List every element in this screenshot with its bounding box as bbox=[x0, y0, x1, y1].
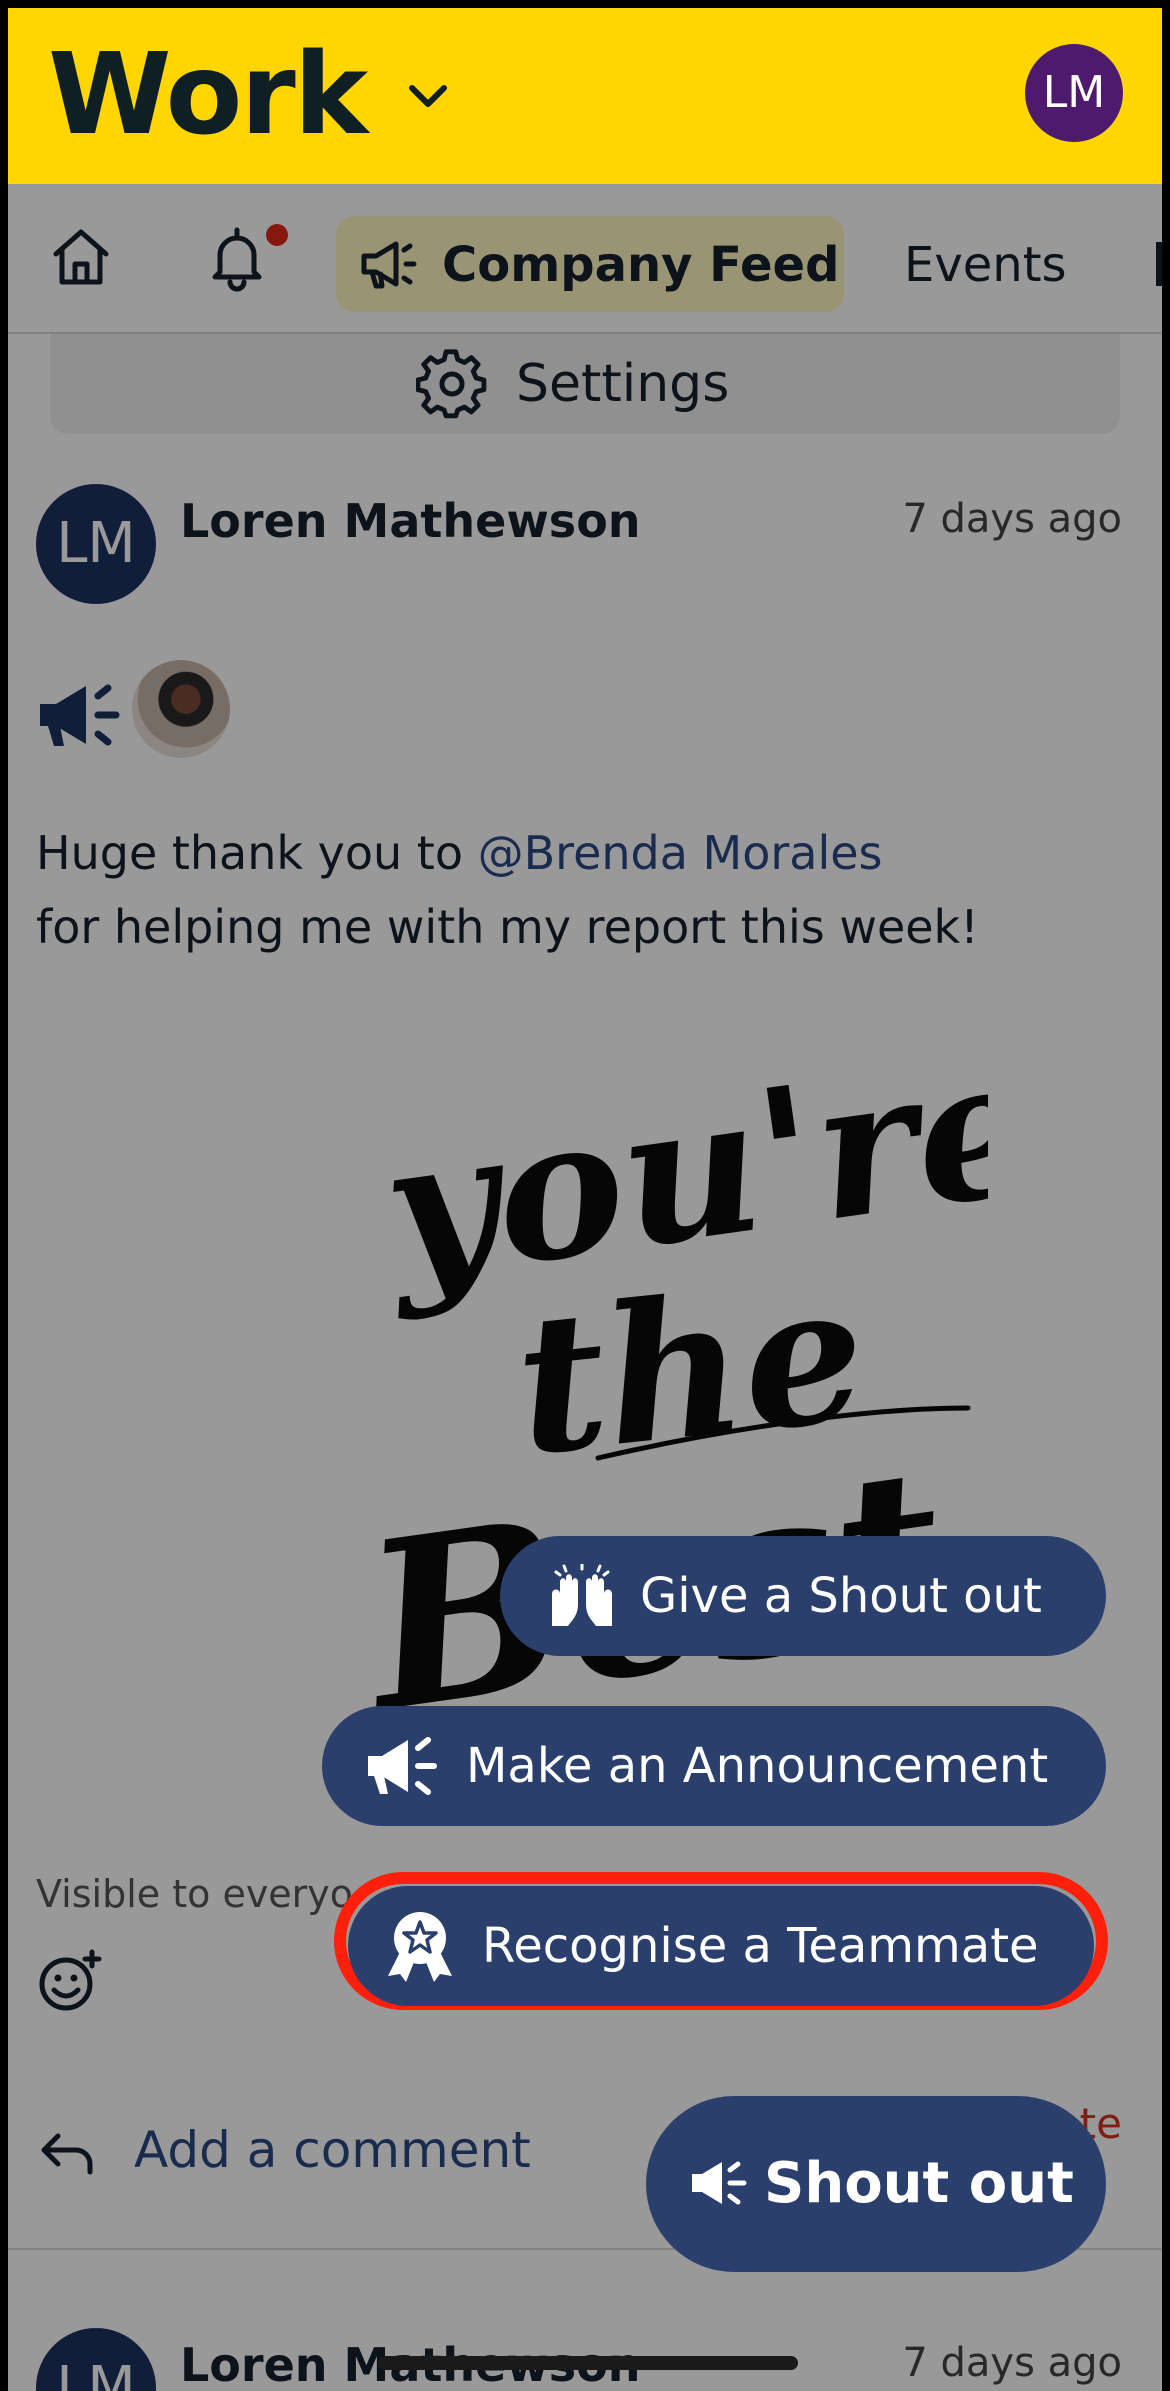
app-logo: Work bbox=[48, 30, 368, 160]
make-announcement-label: Make an Announcement bbox=[466, 1738, 1049, 1794]
award-ribbon-icon bbox=[388, 1912, 452, 1982]
app-screen: Work LM Company Feed Events Settings LM … bbox=[8, 8, 1162, 2391]
make-announcement-button[interactable]: Make an Announcement bbox=[322, 1706, 1106, 1826]
recognise-teammate-button[interactable]: Recognise a Teammate bbox=[348, 1886, 1094, 2006]
megaphone-icon bbox=[692, 2161, 747, 2205]
home-indicator[interactable] bbox=[378, 2356, 798, 2370]
give-shout-out-button[interactable]: Give a Shout out bbox=[500, 1536, 1106, 1656]
recognise-teammate-label: Recognise a Teammate bbox=[482, 1918, 1039, 1974]
user-avatar[interactable]: LM bbox=[1025, 44, 1123, 142]
app-header: Work LM bbox=[8, 8, 1162, 184]
chevron-down-icon[interactable] bbox=[398, 68, 458, 128]
give-shout-out-label: Give a Shout out bbox=[640, 1568, 1042, 1624]
dim-overlay[interactable] bbox=[8, 184, 1162, 2391]
shout-out-fab-label: Shout out bbox=[764, 2151, 1074, 2216]
device-frame: Work LM Company Feed Events Settings LM … bbox=[0, 0, 1170, 2391]
raised-hands-icon bbox=[552, 1564, 612, 1626]
shout-out-fab[interactable]: Shout out bbox=[646, 2096, 1106, 2272]
megaphone-icon bbox=[368, 1737, 437, 1795]
